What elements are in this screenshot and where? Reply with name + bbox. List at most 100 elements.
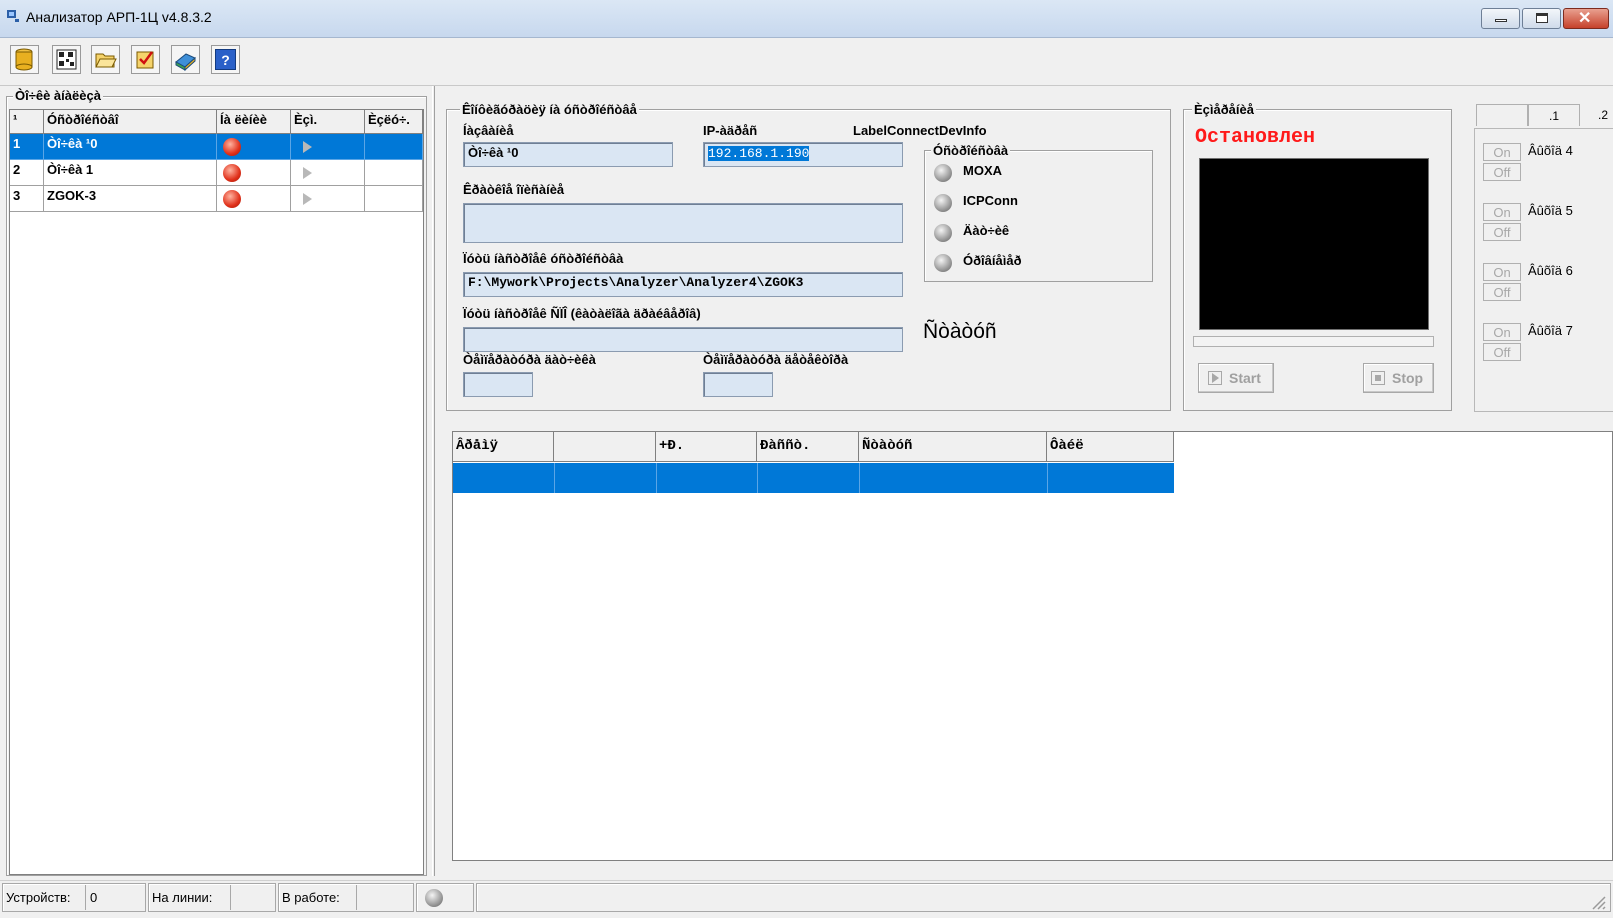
log-col-blank[interactable] — [554, 432, 656, 462]
ip-label: IP-àäðåñ — [703, 123, 758, 138]
row-num: 2 — [10, 160, 44, 186]
toolbar — [0, 38, 1613, 86]
output-6-off-button[interactable]: Off — [1483, 283, 1521, 301]
device-item-moxa: MOXA — [963, 163, 1002, 178]
config-group-title: Êîíôèãóðàöèÿ íà óñòðîéñòâå — [460, 102, 639, 117]
output-5-on-button[interactable]: On — [1483, 203, 1521, 221]
folder-open-icon — [95, 53, 117, 68]
ip-field[interactable]: 192.168.1.190 — [703, 142, 903, 167]
app-icon — [6, 9, 20, 23]
minimize-button[interactable] — [1481, 8, 1520, 29]
connection-led-icon — [425, 889, 443, 907]
status-message-panel — [476, 883, 1611, 912]
stop-button[interactable]: Stop — [1363, 363, 1434, 393]
play-icon — [303, 141, 312, 153]
status-text: Ñòàòóñ — [923, 320, 997, 343]
output-7-label: Âûõîä 7 — [1528, 323, 1573, 338]
tab-1[interactable]: .1 — [1528, 104, 1580, 126]
row-device[interactable]: Òî÷êà 1 — [44, 160, 217, 186]
col-header-device[interactable]: Óñòðîéñòâî — [44, 110, 217, 134]
window-title: Анализатор АРП-1Ц v4.8.3.2 — [26, 9, 212, 25]
row-online-cell — [217, 186, 291, 212]
status-devices-value: 0 — [85, 885, 145, 910]
temp-detector-field[interactable] — [703, 372, 773, 397]
points-group-title: Òî÷êè àíàëèçà — [13, 88, 103, 103]
tab-2[interactable]: .2 — [1582, 104, 1613, 126]
comment-field[interactable] — [463, 203, 903, 243]
row-measure-cell — [291, 186, 365, 212]
path-field[interactable]: F:\Mywork\Projects\Analyzer\Analyzer4\ZG… — [463, 272, 903, 297]
temp-detector-label: Òåìïåðàòóðà äåòåêòîðà — [703, 352, 849, 367]
output-6-on-button[interactable]: On — [1483, 263, 1521, 281]
play-icon — [1208, 371, 1222, 385]
device-led-icon — [934, 194, 952, 212]
row-device: Òî÷êà ¹0 — [44, 134, 217, 160]
open-button[interactable] — [91, 45, 120, 74]
row-num: 3 — [10, 186, 44, 212]
stop-label: Stop — [1392, 370, 1424, 386]
vertical-splitter[interactable] — [432, 86, 435, 876]
output-4-label: Âûõîä 4 — [1528, 143, 1573, 158]
log-col-status[interactable]: Ñòàòóñ — [859, 432, 1047, 462]
name-field[interactable]: Òî÷êà ¹0 — [463, 142, 673, 167]
help-button[interactable]: ? — [211, 45, 240, 74]
output-5-label: Âûõîä 5 — [1528, 203, 1573, 218]
log-table[interactable] — [452, 431, 1613, 861]
row-num: 1 — [10, 134, 44, 160]
row-device[interactable]: ZGOK-3 — [44, 186, 217, 212]
row-online-cell — [217, 134, 291, 160]
path2-field[interactable] — [463, 327, 903, 352]
col-header-emit[interactable]: Èçëó÷. — [365, 110, 423, 134]
resize-grip-icon[interactable] — [1590, 894, 1606, 910]
device-item-sensor: Äàò÷èê — [963, 223, 1010, 238]
log-col-distance[interactable]: Ðàññò. — [757, 432, 859, 462]
table-row[interactable] — [453, 463, 1174, 493]
database-icon — [15, 48, 33, 71]
col-header-measure[interactable]: Èçì. — [291, 110, 365, 134]
maximize-icon — [1536, 13, 1548, 23]
tab-blank[interactable] — [1476, 104, 1528, 126]
measurement-display — [1199, 158, 1429, 330]
row-emit-cell — [365, 160, 423, 186]
points-table[interactable] — [9, 109, 424, 875]
close-icon: ✕ — [1578, 10, 1592, 27]
play-icon — [303, 167, 312, 179]
play-icon — [303, 193, 312, 205]
output-4-on-button[interactable]: On — [1483, 143, 1521, 161]
device-led-icon — [934, 224, 952, 242]
progress-bar — [1193, 336, 1434, 347]
close-button[interactable]: ✕ — [1563, 8, 1609, 29]
stop-icon — [1371, 371, 1385, 385]
temp-sensor-field[interactable] — [463, 372, 533, 397]
output-5-off-button[interactable]: Off — [1483, 223, 1521, 241]
log-col-power[interactable]: +Ð. — [656, 432, 757, 462]
checklist-button[interactable] — [131, 45, 160, 74]
maximize-button[interactable] — [1522, 8, 1561, 29]
log-col-file[interactable]: Ôàéë — [1047, 432, 1174, 462]
measurement-state: Остановлен — [1195, 126, 1316, 149]
help-icon: ? — [215, 49, 236, 70]
log-col-time[interactable]: Âðåìÿ — [453, 432, 554, 462]
status-led-icon — [223, 190, 241, 208]
row-emit-cell — [365, 186, 423, 212]
output-4-off-button[interactable]: Off — [1483, 163, 1521, 181]
device-button[interactable] — [52, 45, 81, 74]
status-online-value — [230, 885, 275, 910]
device-item-icpconn: ICPConn — [963, 193, 1018, 208]
row-online-cell — [217, 160, 291, 186]
start-button[interactable]: Start — [1198, 363, 1274, 393]
status-working-value — [356, 885, 413, 910]
connect-info-label: LabelConnectDevInfo — [853, 123, 987, 138]
col-header-num[interactable]: ¹ — [10, 110, 44, 134]
book-button[interactable] — [171, 45, 200, 74]
col-header-online[interactable]: Íà ëèíèè — [217, 110, 291, 134]
output-7-on-button[interactable]: On — [1483, 323, 1521, 341]
database-button[interactable] — [10, 45, 39, 74]
device-led-icon — [934, 254, 952, 272]
row-measure-cell — [291, 134, 365, 160]
row-emit-cell — [365, 134, 423, 160]
devices-group-title: Óñòðîéñòâà — [931, 143, 1011, 158]
comment-label: Êðàòêîå îïèñàíèå — [463, 182, 565, 197]
ip-value-selected: 192.168.1.190 — [708, 146, 810, 161]
output-7-off-button[interactable]: Off — [1483, 343, 1521, 361]
